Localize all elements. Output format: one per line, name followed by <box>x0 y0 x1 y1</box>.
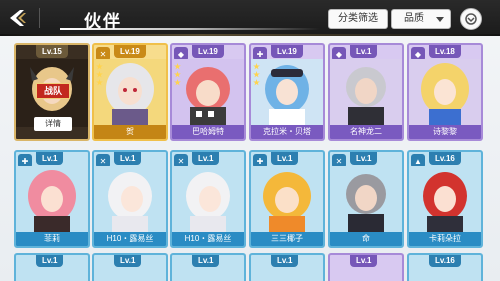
partner-portrait <box>16 166 88 234</box>
partner-card[interactable]: ✕ Lv.1 H10・露易丝 <box>170 150 246 248</box>
level-label: Lv.1 <box>36 255 64 267</box>
level-label: Lv.15 <box>36 45 68 58</box>
partner-card[interactable]: Lv.16 <box>407 253 483 281</box>
partner-card[interactable]: Lv.15 战队 详情 <box>14 43 90 141</box>
partner-name: 命 <box>330 232 402 246</box>
partner-portrait <box>409 59 481 127</box>
partner-name: H10・露易丝 <box>94 232 166 246</box>
partner-card[interactable]: ✕ Lv.19 贺 <box>92 43 168 141</box>
partner-card[interactable]: Lv.1 <box>14 253 90 281</box>
level-label: Lv.1 <box>192 255 220 267</box>
next-row: Lv.1 Lv.1 Lv.1 Lv.1 Lv.1 Lv.16 <box>0 253 500 281</box>
partner-name: 名神龙二 <box>330 125 402 139</box>
level-label: Lv.1 <box>271 255 299 267</box>
level-label: Lv.1 <box>114 152 142 165</box>
partner-grid: Lv.15 战队 详情 ✕ Lv.19 贺 ◆ Lv.19 巴哈姆特 ✚ Lv.… <box>0 0 500 281</box>
partner-card[interactable]: ◆ Lv.19 巴哈姆特 <box>170 43 246 141</box>
partner-name: 巴哈姆特 <box>172 125 244 139</box>
partner-name: 克拉米・贝塔 <box>251 125 323 139</box>
partner-portrait <box>330 59 402 127</box>
partner-card[interactable]: Lv.1 <box>328 253 404 281</box>
partner-name: H10・露易丝 <box>172 232 244 246</box>
level-label: Lv.1 <box>350 152 378 165</box>
partner-portrait <box>251 166 323 234</box>
detail-button[interactable]: 详情 <box>34 117 72 131</box>
partner-portrait <box>409 166 481 234</box>
partner-name: 诗黎黎 <box>409 125 481 139</box>
level-label: Lv.19 <box>192 45 224 58</box>
level-label: Lv.1 <box>192 152 220 165</box>
partner-card[interactable]: ✕ Lv.1 命 <box>328 150 404 248</box>
level-label: Lv.1 <box>114 255 142 267</box>
level-label: Lv.19 <box>271 45 303 58</box>
level-label: Lv.1 <box>350 255 378 267</box>
partner-card[interactable]: Lv.1 <box>92 253 168 281</box>
partner-name: 卡莉朵拉 <box>409 232 481 246</box>
partner-card[interactable]: Lv.1 <box>249 253 325 281</box>
star-rating <box>96 63 103 86</box>
status-badge: 战队 <box>36 83 70 99</box>
partner-card[interactable]: ◆ Lv.18 诗黎黎 <box>407 43 483 141</box>
level-label: Lv.19 <box>114 45 146 58</box>
level-label: Lv.16 <box>429 255 461 267</box>
partner-portrait <box>94 59 166 127</box>
star-rating <box>174 63 181 86</box>
partner-portrait <box>330 166 402 234</box>
partner-card[interactable]: ✚ Lv.1 菲莉 <box>14 150 90 248</box>
partner-portrait <box>172 166 244 234</box>
partner-card[interactable]: ▲ Lv.16 卡莉朵拉 <box>407 150 483 248</box>
partner-card[interactable]: Lv.1 <box>170 253 246 281</box>
level-label: Lv.1 <box>36 152 64 165</box>
partner-name: 菲莉 <box>16 232 88 246</box>
partner-card[interactable]: ✕ Lv.1 H10・露易丝 <box>92 150 168 248</box>
level-label: Lv.16 <box>429 152 461 165</box>
partner-portrait <box>251 59 323 127</box>
level-label: Lv.18 <box>429 45 461 58</box>
star-rating <box>253 63 260 86</box>
partner-card[interactable]: ✚ Lv.19 克拉米・贝塔 <box>249 43 325 141</box>
partner-portrait <box>172 59 244 127</box>
level-label: Lv.1 <box>350 45 378 58</box>
partner-card[interactable]: ◆ Lv.1 名神龙二 <box>328 43 404 141</box>
partner-card[interactable]: ✚ Lv.1 三三椰子 <box>249 150 325 248</box>
level-label: Lv.1 <box>271 152 299 165</box>
partner-portrait <box>94 166 166 234</box>
partner-name: 贺 <box>94 125 166 139</box>
partner-name: 三三椰子 <box>251 232 323 246</box>
